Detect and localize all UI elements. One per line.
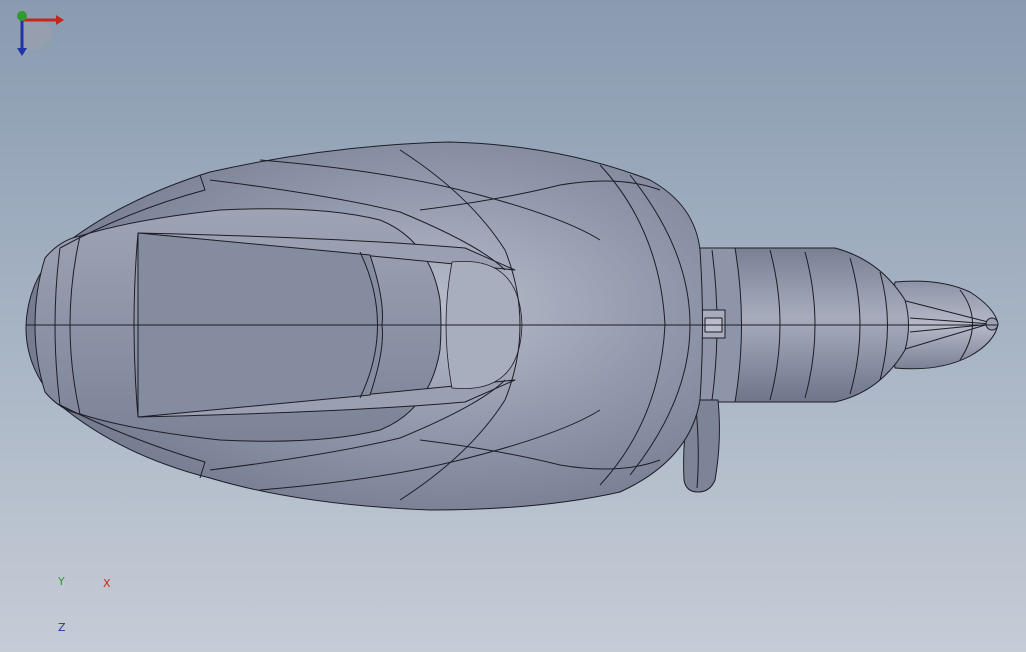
graphics-viewport[interactable]: X Y Z — [0, 0, 1026, 652]
y-axis-label: Y — [58, 575, 65, 588]
orientation-triad — [17, 11, 64, 56]
z-axis-label: Z — [58, 621, 66, 634]
y-axis-dot — [17, 11, 27, 21]
x-axis-label: X — [103, 577, 111, 590]
cad-model[interactable] — [0, 0, 1026, 652]
